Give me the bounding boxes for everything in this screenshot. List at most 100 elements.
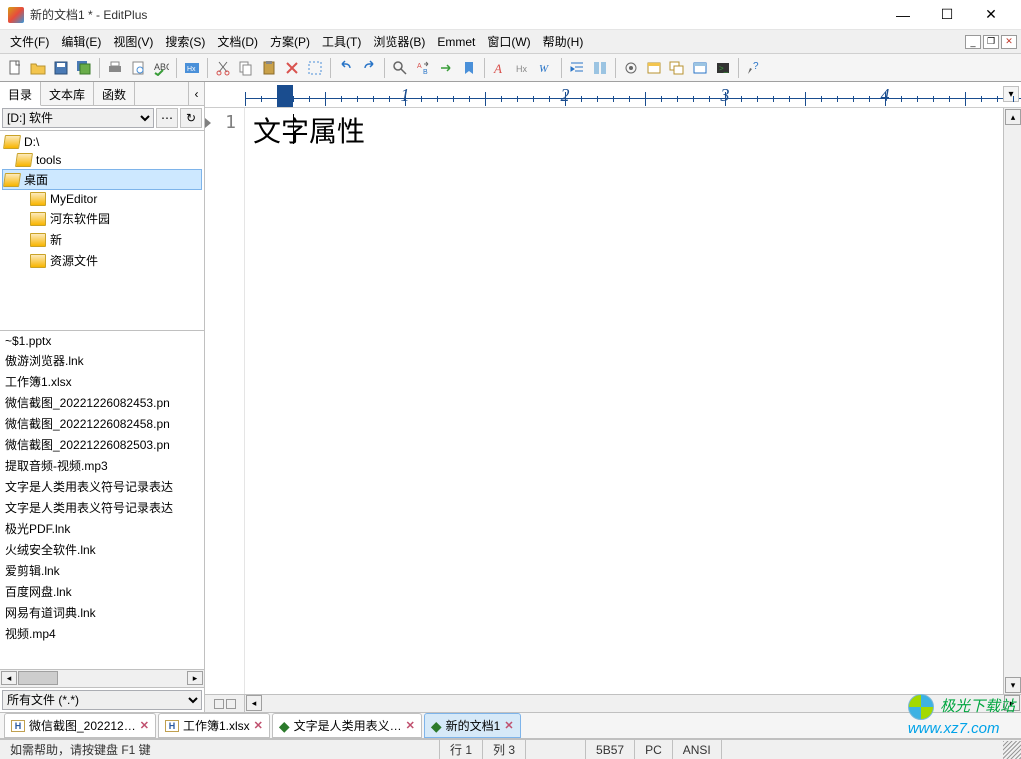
file-item-3[interactable]: 微信截图_20221226082453.pn [1,392,203,413]
replace-button[interactable]: AB [412,57,434,79]
cut-button[interactable] [212,57,234,79]
print-button[interactable] [104,57,126,79]
doctab-close-icon[interactable]: ✕ [140,719,149,732]
undo-button[interactable] [335,57,357,79]
drive-refresh-button[interactable]: ↻ [180,108,202,128]
ruler-scroll-button[interactable]: ▾ [1003,86,1019,102]
scroll-thumb[interactable] [18,671,58,685]
menu-file[interactable]: 文件(F) [4,31,55,52]
indent-button[interactable] [566,57,588,79]
doctab-1[interactable]: 工作簿1.xlsx✕ [158,713,270,738]
mdi-minimize-button[interactable]: _ [965,35,981,49]
help-button[interactable]: ? [743,57,765,79]
delete-button[interactable] [281,57,303,79]
hex-button[interactable]: Hx [181,57,203,79]
font-button[interactable]: A [489,57,511,79]
folder-tree[interactable]: D:\tools桌面MyEditor河东软件园新资源文件 [0,131,204,331]
file-filter-select[interactable]: 所有文件 (*.*) [2,690,202,710]
file-item-9[interactable]: 极光PDF.lnk [1,518,203,539]
tree-item-1[interactable]: tools [2,151,202,169]
escroll-left-icon[interactable]: ◂ [246,695,262,711]
find-button[interactable] [389,57,411,79]
sidebar-tab-textlib[interactable]: 文本库 [41,82,94,105]
file-item-6[interactable]: 提取音频-视频.mp3 [1,455,203,476]
tree-item-5[interactable]: 新 [2,229,202,250]
split-v-icon[interactable] [226,699,236,709]
doctab-close-icon[interactable]: ✕ [406,719,415,732]
menu-edit[interactable]: 编辑(E) [55,31,107,52]
editor-hscroll[interactable]: ◂▸ [205,694,1021,712]
menu-help[interactable]: 帮助(H) [537,31,590,52]
escroll-right-icon[interactable]: ▸ [1004,695,1020,711]
save-all-button[interactable] [73,57,95,79]
file-item-0[interactable]: ~$1.pptx [1,332,203,350]
menu-window[interactable]: 窗口(W) [481,31,536,52]
menu-emmet[interactable]: Emmet [431,33,481,51]
resize-grip-icon[interactable] [1003,741,1021,759]
doctab-0[interactable]: 微信截图_202212…✕ [4,713,156,738]
tree-item-4[interactable]: 河东软件园 [2,208,202,229]
select-all-button[interactable] [304,57,326,79]
file-item-4[interactable]: 微信截图_20221226082458.pn [1,413,203,434]
close-button[interactable]: ✕ [969,0,1013,30]
file-item-13[interactable]: 网易有道词典.lnk [1,602,203,623]
terminal-button[interactable]: >_ [712,57,734,79]
menu-view[interactable]: 视图(V) [107,31,159,52]
file-item-14[interactable]: 视频.mp4 [1,623,203,644]
filelist-hscroll[interactable]: ◂ ▸ [0,669,204,687]
goto-button[interactable] [435,57,457,79]
doctab-close-icon[interactable]: ✕ [254,719,263,732]
scroll-up-icon[interactable]: ▴ [1005,109,1021,125]
copy-button[interactable] [235,57,257,79]
file-item-11[interactable]: 爱剪辑.lnk [1,560,203,581]
scroll-left-icon[interactable]: ◂ [1,671,17,685]
file-item-12[interactable]: 百度网盘.lnk [1,581,203,602]
tree-item-6[interactable]: 资源文件 [2,250,202,271]
sidebar-tab-functions[interactable]: 函数 [94,82,135,105]
tree-item-3[interactable]: MyEditor [2,190,202,208]
doctab-close-icon[interactable]: ✕ [504,719,513,732]
editor-vscroll[interactable]: ▴ ▾ [1003,108,1021,694]
browser-button[interactable] [689,57,711,79]
scroll-right-icon[interactable]: ▸ [187,671,203,685]
minimize-button[interactable]: — [881,0,925,30]
tree-item-0[interactable]: D:\ [2,133,202,151]
mdi-restore-button[interactable]: ❐ [983,35,999,49]
open-file-button[interactable] [27,57,49,79]
mdi-close-button[interactable]: ✕ [1001,35,1017,49]
sidebar-collapse-button[interactable]: ‹ [188,82,204,105]
tree-item-2[interactable]: 桌面 [2,169,202,190]
file-item-10[interactable]: 火绒安全软件.lnk [1,539,203,560]
bookmark-button[interactable] [458,57,480,79]
file-item-1[interactable]: 傲游浏览器.lnk [1,350,203,371]
save-button[interactable] [50,57,72,79]
settings-button[interactable] [620,57,642,79]
menu-browser[interactable]: 浏览器(B) [367,31,431,52]
scroll-down-icon[interactable]: ▾ [1005,677,1021,693]
spellcheck-button[interactable]: ABC [150,57,172,79]
doctab-3[interactable]: ◆新的文档1✕ [424,713,521,738]
window2-button[interactable] [666,57,688,79]
paste-button[interactable] [258,57,280,79]
menu-tools[interactable]: 工具(T) [316,31,367,52]
window1-button[interactable] [643,57,665,79]
file-item-7[interactable]: 文字是人类用表义符号记录表达 [1,476,203,497]
column-button[interactable] [589,57,611,79]
print-preview-button[interactable] [127,57,149,79]
redo-button[interactable] [358,57,380,79]
file-item-2[interactable]: 工作簿1.xlsx [1,371,203,392]
maximize-button[interactable]: ☐ [925,0,969,30]
split-h-icon[interactable] [214,699,224,709]
wordwrap-button[interactable]: W [535,57,557,79]
menu-document[interactable]: 文档(D) [211,31,264,52]
file-item-8[interactable]: 文字是人类用表义符号记录表达 [1,497,203,518]
file-list[interactable]: ~$1.pptx傲游浏览器.lnk工作簿1.xlsx微信截图_202212260… [0,331,204,669]
file-item-5[interactable]: 微信截图_20221226082503.pn [1,434,203,455]
doctab-2[interactable]: ◆文字是人类用表义…✕ [272,713,422,738]
hex-view-button[interactable]: Hx [512,57,534,79]
sidebar-tab-directory[interactable]: 目录 [0,82,41,106]
menu-search[interactable]: 搜索(S) [159,31,211,52]
drive-up-button[interactable]: ⋯ [156,108,178,128]
menu-project[interactable]: 方案(P) [264,31,316,52]
drive-select[interactable]: [D:] 软件 [2,108,154,128]
